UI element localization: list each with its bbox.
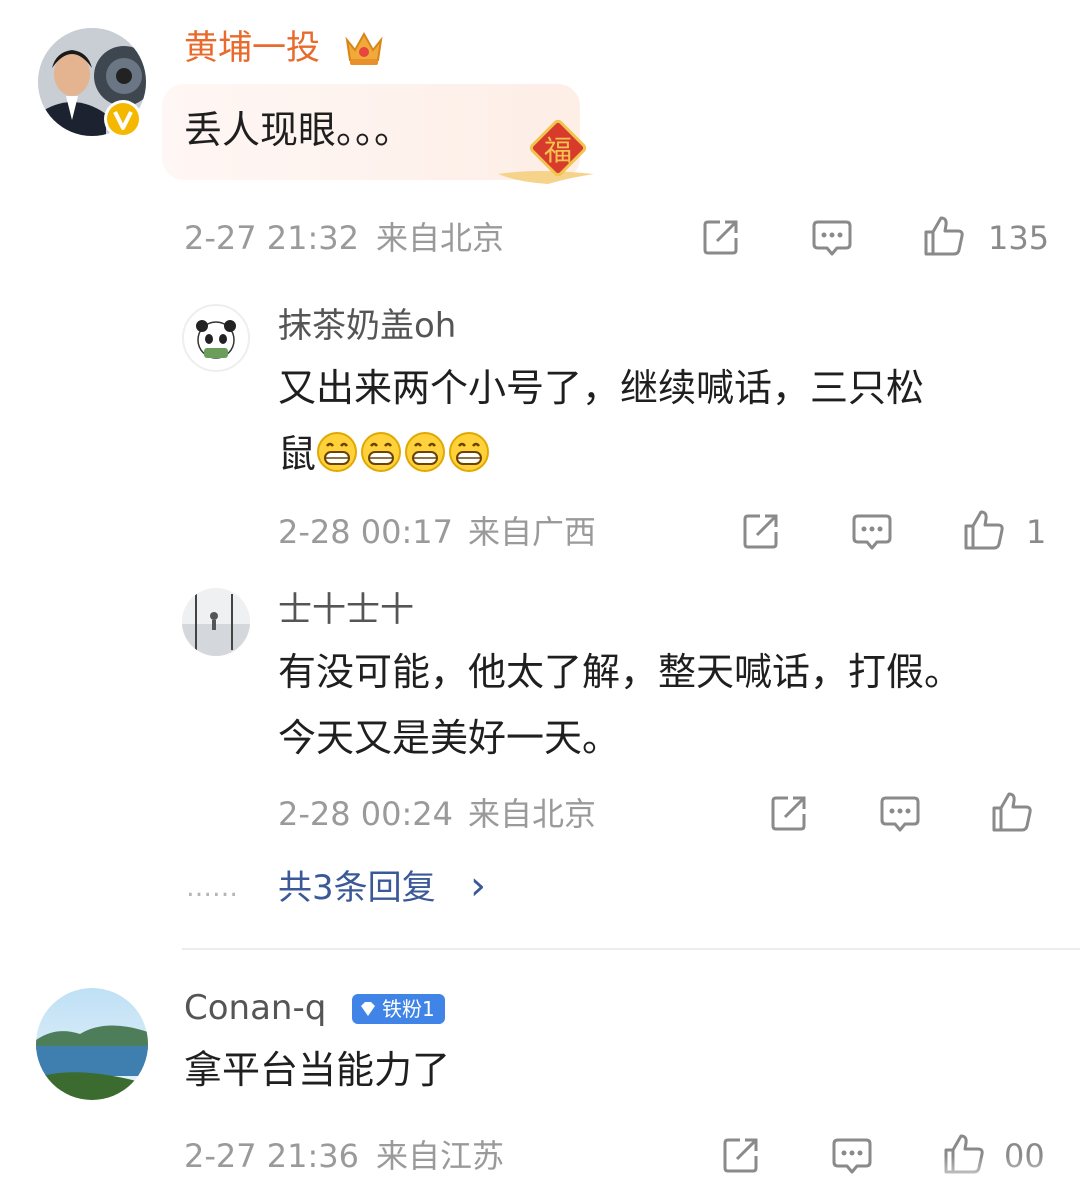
reply-text-line2: 今天又是美好一天。	[278, 716, 621, 760]
fan-badge-label: 铁粉1	[382, 997, 435, 1021]
avatar[interactable]	[182, 588, 250, 656]
svg-text:福: 福	[544, 134, 572, 167]
bottom-fade	[930, 1156, 1080, 1195]
username[interactable]: 黄埔一投	[184, 28, 320, 68]
reply-item: 士十士十 有没可能，他太了解，整天喊话，打假。 今天又是美好一天。 2-28 0…	[0, 580, 1080, 860]
avatar[interactable]	[36, 988, 148, 1100]
like-count: 1	[1026, 513, 1047, 551]
share-icon[interactable]	[720, 1134, 762, 1176]
more-replies[interactable]: …… 共3条回复 ›	[0, 860, 1080, 920]
divider	[182, 948, 1080, 950]
fu-badge-icon: 福	[498, 118, 598, 188]
verified-icon	[104, 100, 142, 138]
like-count: 135	[988, 219, 1050, 257]
like-icon[interactable]	[962, 508, 1006, 552]
grin-emoji-icon	[448, 430, 490, 472]
crown-icon	[342, 26, 386, 68]
comment-icon[interactable]	[810, 216, 854, 260]
share-icon[interactable]	[768, 792, 810, 834]
share-icon[interactable]	[740, 510, 782, 552]
comment-text: 丢人现眼。。。	[184, 108, 413, 152]
more-replies-dots: ……	[186, 873, 238, 903]
username[interactable]: Conan-q	[184, 988, 326, 1028]
fan-badge: 铁粉1	[352, 994, 445, 1024]
reply-text-line2: 鼠	[278, 424, 492, 484]
comment-icon[interactable]	[830, 1134, 874, 1178]
reply-text-tail: 鼠	[278, 432, 317, 476]
share-icon[interactable]	[700, 216, 742, 258]
avatar[interactable]	[182, 304, 250, 372]
username[interactable]: 士十士十	[278, 590, 414, 630]
grin-emoji-icon	[360, 430, 402, 472]
like-icon[interactable]	[922, 214, 966, 258]
chevron-right-icon[interactable]: ›	[470, 864, 486, 908]
reply-text-line1: 有没可能，他太了解，整天喊话，打假。	[278, 650, 963, 694]
comment-text: 拿平台当能力了	[184, 1048, 451, 1092]
comment-icon[interactable]	[850, 510, 894, 554]
comment-item: 黄埔一投 丢人现眼。。。 福 2-27 21:32 来自北京 135	[0, 0, 1080, 290]
reply-location: 来自北京	[468, 795, 597, 833]
comment-location: 来自江苏	[376, 1137, 505, 1175]
comment-icon[interactable]	[878, 792, 922, 836]
reply-text-line1: 又出来两个小号了，继续喊话，三只松	[278, 366, 925, 410]
grin-emoji-icon	[316, 430, 358, 472]
grin-emoji-icon	[404, 430, 446, 472]
more-replies-label[interactable]: 共3条回复	[278, 866, 436, 910]
like-icon[interactable]	[990, 790, 1034, 834]
comment-time: 2-27 21:32	[184, 219, 360, 257]
reply-location: 来自广西	[468, 513, 597, 551]
reply-item: 抹茶奶盖oh 又出来两个小号了，继续喊话，三只松 鼠 2-28 00:17 来自…	[0, 290, 1080, 580]
comment-location: 来自北京	[376, 219, 505, 257]
username[interactable]: 抹茶奶盖oh	[278, 306, 456, 346]
comment-item: Conan-q 铁粉1 拿平台当能力了 2-27 21:36 来自江苏 00	[0, 960, 1080, 1195]
reply-time: 2-28 00:17	[278, 513, 454, 551]
diamond-icon	[358, 999, 378, 1019]
comment-time: 2-27 21:36	[184, 1137, 360, 1175]
reply-time: 2-28 00:24	[278, 795, 454, 833]
